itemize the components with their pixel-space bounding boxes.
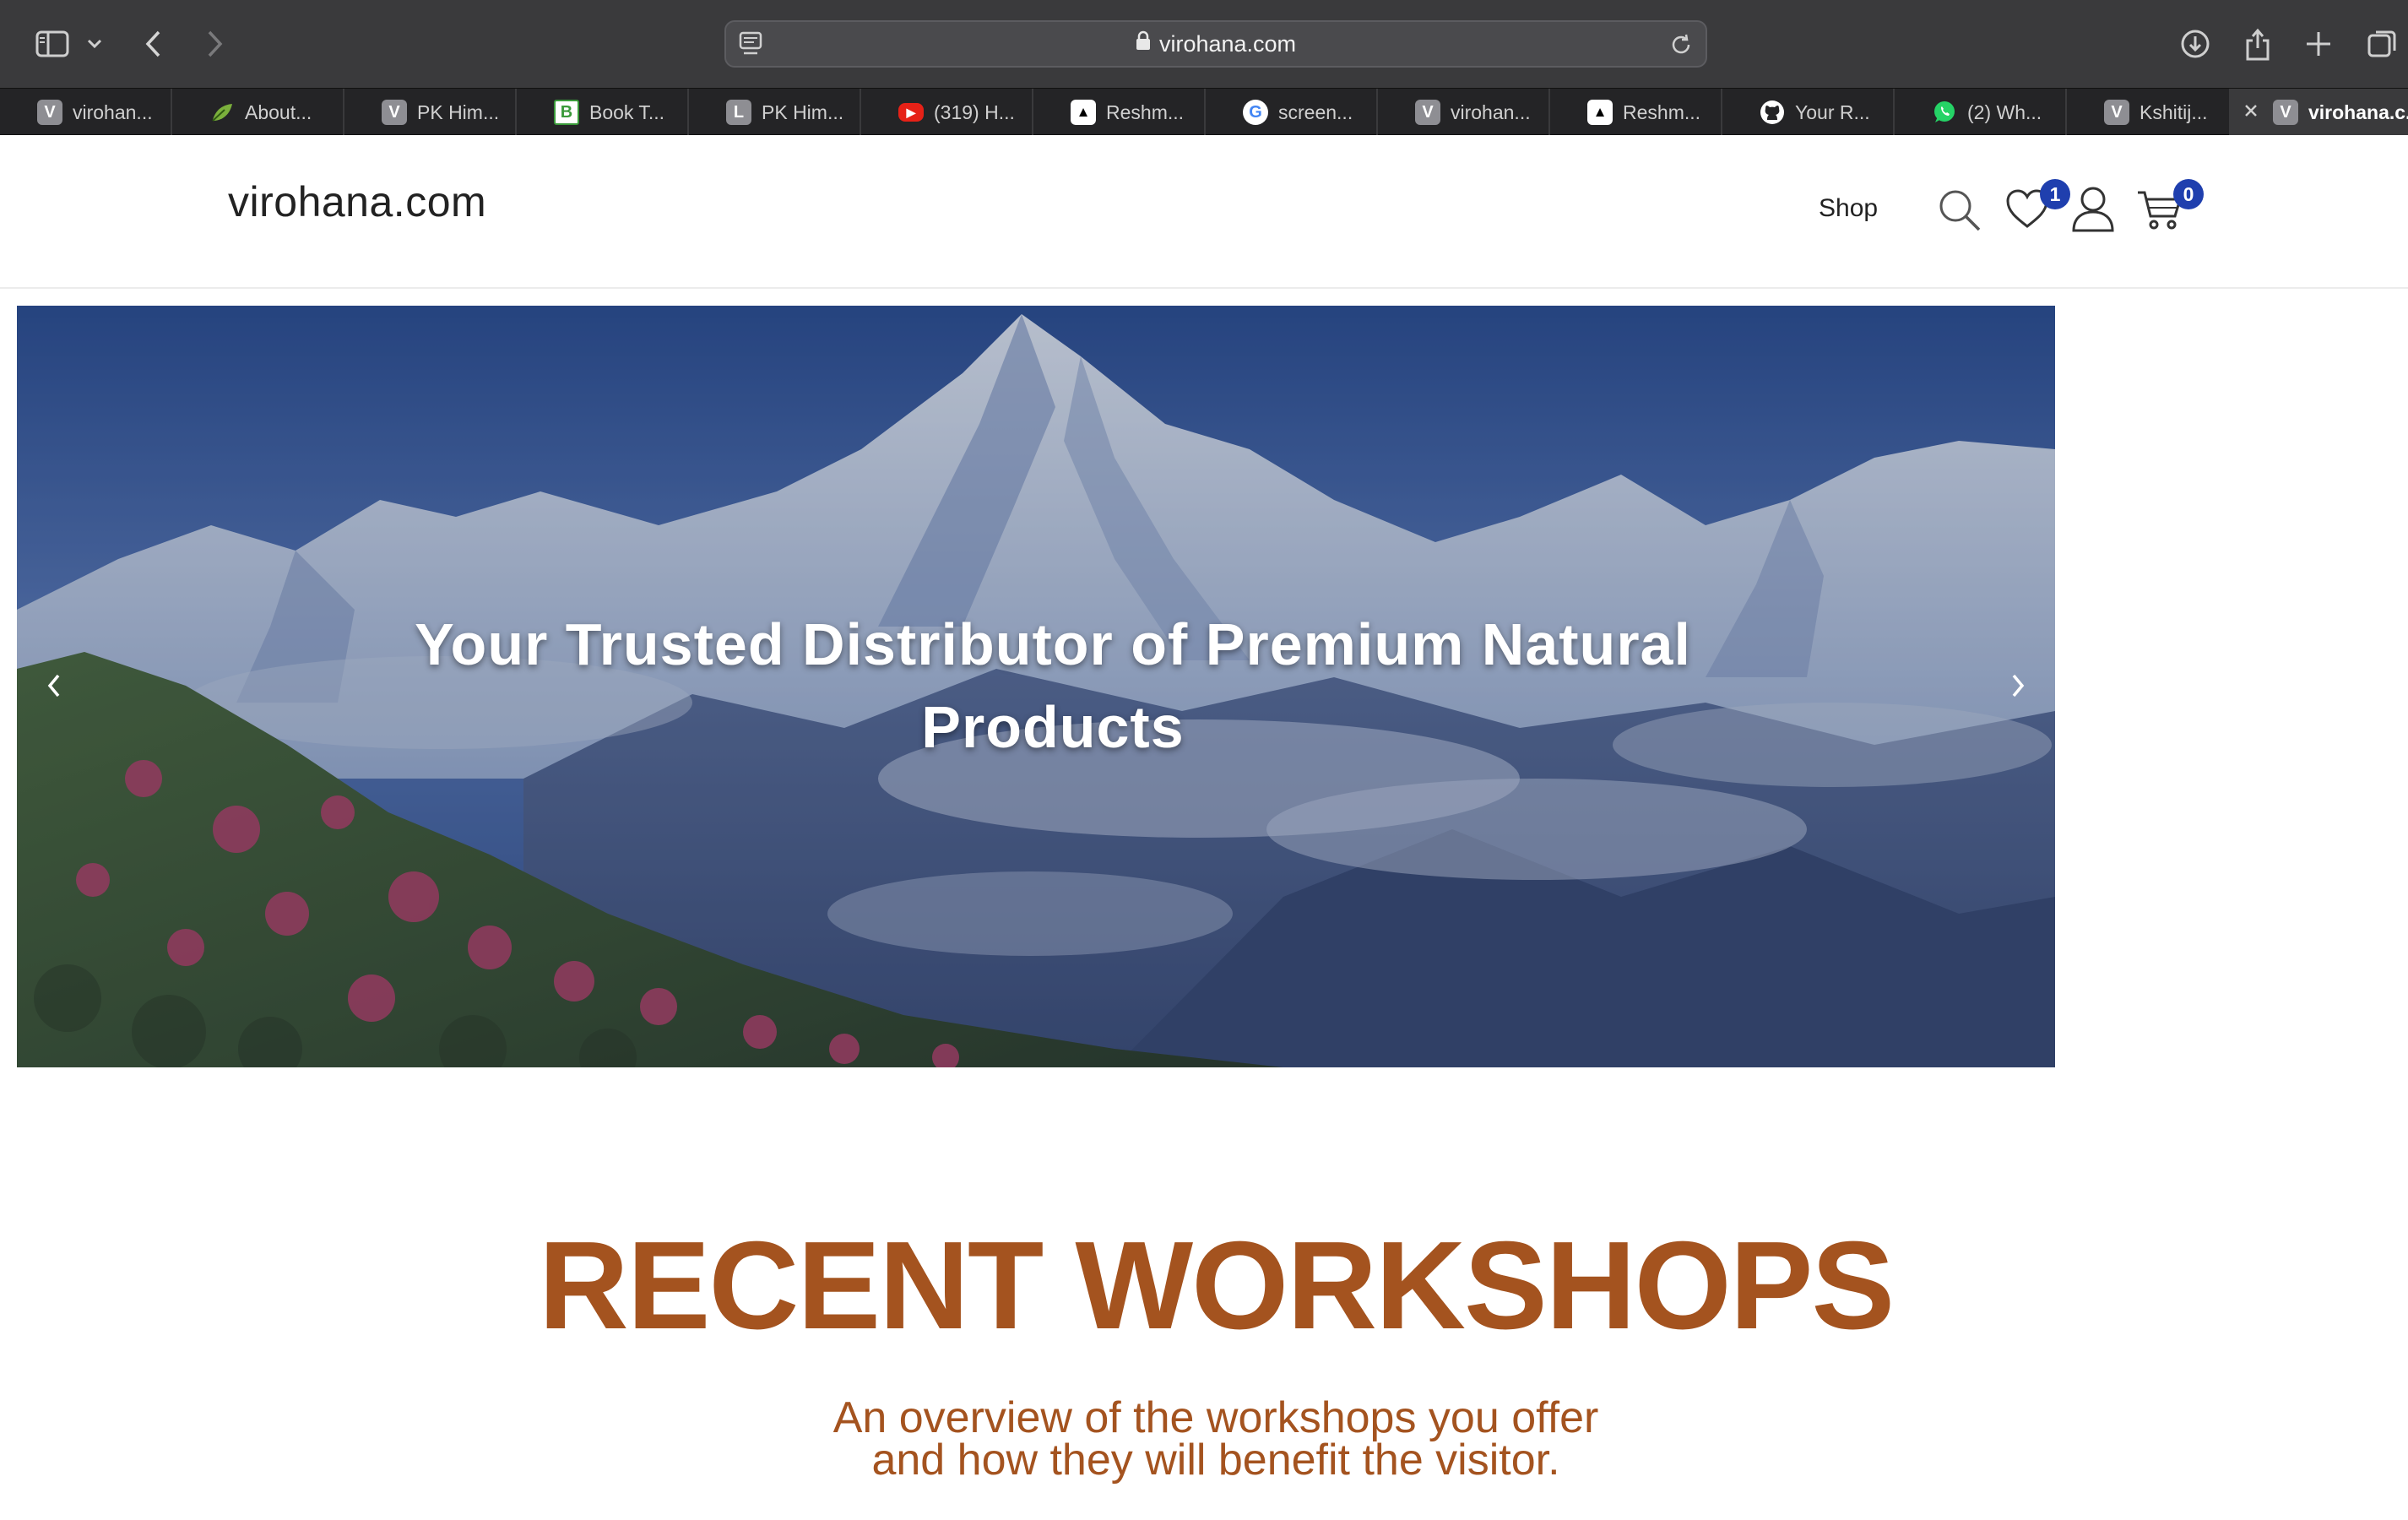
tab-label: virohana.c... bbox=[2308, 100, 2408, 123]
tab-about[interactable]: About... bbox=[172, 89, 344, 136]
nav-shop-link[interactable]: Shop bbox=[1819, 194, 1878, 223]
sidebar-toggle-icon[interactable] bbox=[30, 22, 74, 66]
tab-virohana-active[interactable]: V virohana.c... bbox=[2231, 89, 2408, 136]
tab-github[interactable]: Your R... bbox=[1722, 89, 1895, 136]
slider-next-chevron-icon[interactable] bbox=[1993, 660, 2043, 711]
site-header: virohana.com Shop 1 0 bbox=[0, 135, 2408, 289]
lock-icon bbox=[1136, 21, 1151, 65]
sidebar-menu-chevron-icon[interactable] bbox=[78, 22, 111, 66]
tab-label: Kshitij... bbox=[2140, 100, 2208, 123]
close-tab-icon[interactable] bbox=[2241, 100, 2261, 121]
tab-label: virohan... bbox=[73, 100, 153, 123]
search-icon[interactable] bbox=[1937, 187, 1982, 237]
favicon-icon: V bbox=[37, 100, 62, 125]
address-bar[interactable]: virohana.com bbox=[724, 20, 1707, 68]
back-icon[interactable] bbox=[132, 22, 176, 66]
favicon-icon: V bbox=[2104, 100, 2129, 125]
tab-pk-him-2[interactable]: L PK Him... bbox=[689, 89, 861, 136]
browser-toolbar: virohana.com bbox=[0, 0, 2408, 88]
workshops-subtitle-line-1: An overview of the workshops you offer bbox=[832, 1393, 1599, 1442]
tab-label: screen... bbox=[1278, 100, 1353, 123]
tab-label: Book T... bbox=[589, 100, 665, 123]
youtube-favicon-icon: ▶ bbox=[898, 103, 924, 122]
site-logo[interactable]: virohana.com bbox=[228, 177, 486, 226]
hero-slider: Your Trusted Distributor of Premium Natu… bbox=[17, 306, 2055, 1067]
favicon-icon: B bbox=[554, 100, 579, 125]
share-icon[interactable] bbox=[2236, 22, 2280, 66]
tab-label: virohan... bbox=[1451, 100, 1531, 123]
tab-label: Reshm... bbox=[1106, 100, 1185, 123]
tab-bar: V virohan... About... V PK Him... B Book… bbox=[0, 88, 2408, 136]
favicon-icon: V bbox=[1415, 100, 1440, 125]
favicon-icon: V bbox=[382, 100, 407, 125]
cart-count-badge: 0 bbox=[2173, 179, 2204, 209]
workshops-subtitle-line-2: and how they will benefit the visitor. bbox=[871, 1436, 1560, 1485]
whatsapp-favicon-icon bbox=[1932, 100, 1957, 125]
workshops-heading: RECENT WORKSHOPS bbox=[538, 1216, 1895, 1355]
tab-label: Reshm... bbox=[1623, 100, 1701, 123]
tab-overview-icon[interactable] bbox=[2361, 22, 2405, 66]
downloads-icon[interactable] bbox=[2173, 22, 2217, 66]
tab-reshm-2[interactable]: ▲ Reshm... bbox=[1550, 89, 1722, 136]
favicon-icon: V bbox=[2273, 100, 2298, 125]
favicon-icon: ▲ bbox=[1071, 100, 1096, 125]
tab-book[interactable]: B Book T... bbox=[517, 89, 689, 136]
tab-label: PK Him... bbox=[762, 100, 844, 123]
github-favicon-icon bbox=[1760, 100, 1785, 125]
leaf-favicon-icon bbox=[209, 100, 235, 125]
tab-label: PK Him... bbox=[417, 100, 500, 123]
new-tab-icon[interactable] bbox=[2297, 22, 2340, 66]
reload-icon[interactable] bbox=[1668, 32, 1694, 62]
favicon-icon: ▲ bbox=[1587, 100, 1613, 125]
tab-label: (319) H... bbox=[934, 100, 1015, 123]
tab-pk-him-1[interactable]: V PK Him... bbox=[344, 89, 517, 136]
account-user-icon[interactable] bbox=[2070, 184, 2116, 237]
wishlist-count-badge: 1 bbox=[2040, 179, 2070, 209]
url-label: virohana.com bbox=[1158, 31, 1297, 57]
google-favicon-icon: G bbox=[1243, 100, 1268, 125]
tab-reshm-1[interactable]: ▲ Reshm... bbox=[1033, 89, 1206, 136]
tab-label: (2) Wh... bbox=[1967, 100, 2042, 123]
tab-label: About... bbox=[245, 100, 312, 123]
tab-youtube[interactable]: ▶ (319) H... bbox=[861, 89, 1033, 136]
hero-title: Your Trusted Distributor of Premium Natu… bbox=[415, 611, 1691, 760]
tab-virohana-1[interactable]: V virohan... bbox=[0, 89, 172, 136]
url-text[interactable]: virohana.com bbox=[726, 22, 1706, 66]
slider-prev-chevron-icon[interactable] bbox=[29, 660, 79, 711]
tab-kshitij[interactable]: V Kshitij... bbox=[2067, 89, 2231, 136]
tab-whatsapp[interactable]: (2) Wh... bbox=[1895, 89, 2067, 136]
tab-virohana-2[interactable]: V virohan... bbox=[1378, 89, 1550, 136]
workshops-subtitle: An overview of the workshops you offer a… bbox=[0, 1393, 2408, 1485]
tab-google[interactable]: G screen... bbox=[1206, 89, 1378, 136]
favicon-icon: L bbox=[726, 100, 751, 125]
tab-label: Your R... bbox=[1795, 100, 1870, 123]
forward-icon[interactable] bbox=[193, 22, 236, 66]
